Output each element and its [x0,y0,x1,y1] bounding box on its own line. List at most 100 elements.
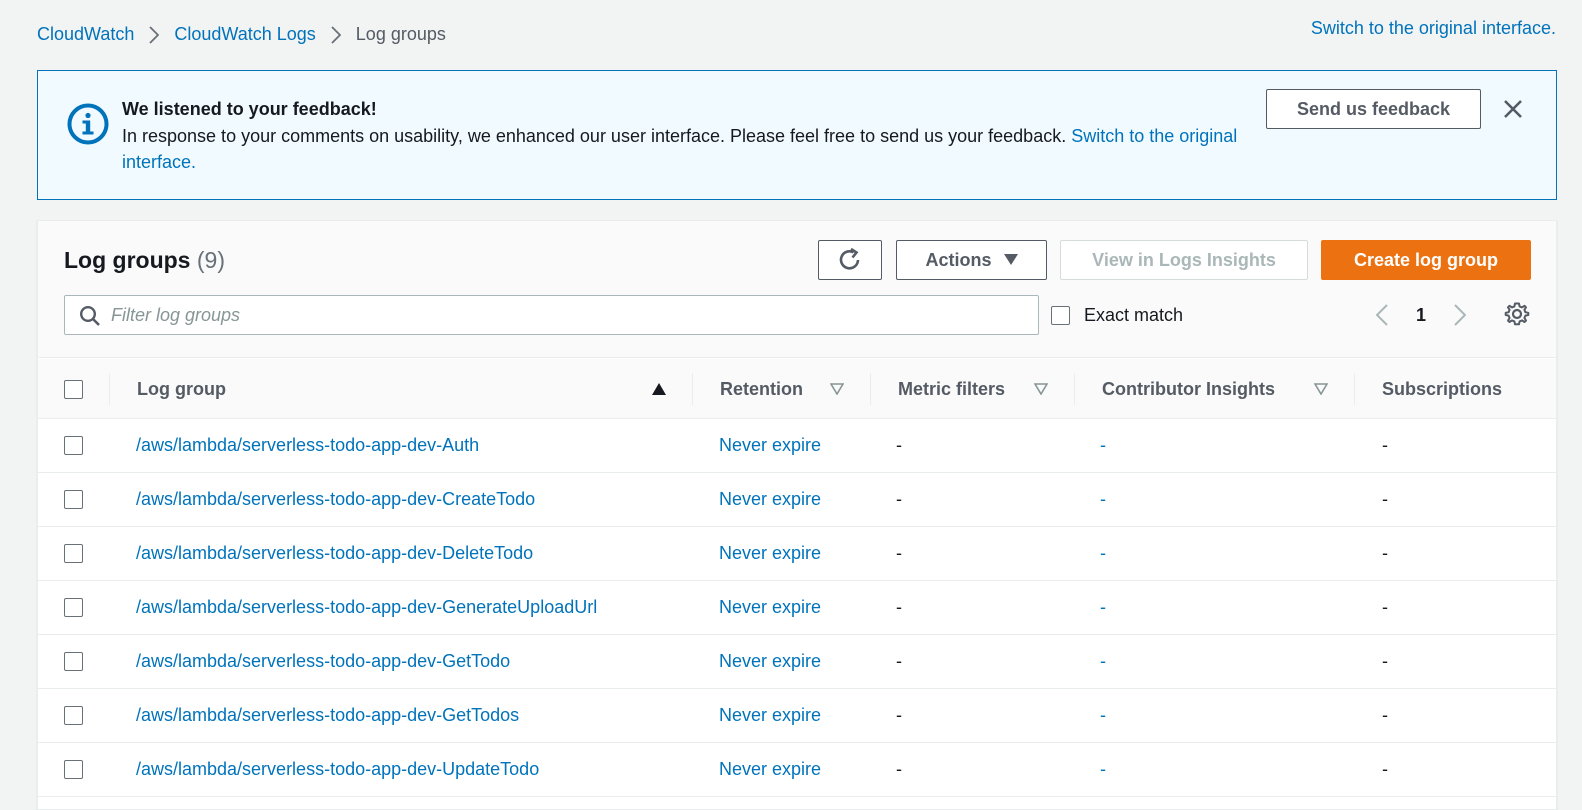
column-divider [1074,373,1075,405]
row-checkbox[interactable] [64,544,83,563]
subscriptions-value: - [1382,759,1388,779]
column-header-retention[interactable]: Retention [720,359,803,419]
contributor-insights-link[interactable]: - [1100,635,1106,688]
column-divider [692,373,693,405]
log-group-link[interactable]: /aws/lambda/serverless-todo-app-dev-Dele… [136,527,533,580]
metric-filters-value: - [896,597,902,617]
retention-link[interactable]: Never expire [719,473,821,526]
log-group-link[interactable]: /aws/lambda/serverless-todo-app-dev-Upda… [136,743,539,796]
next-page-button[interactable] [1446,301,1474,329]
sort-icon[interactable] [1314,383,1328,395]
table-column-headers: Log group Retention Metric filters Contr… [38,359,1556,419]
table-row: /aws/lambda/serverless-todo-app-dev-Dele… [38,527,1556,581]
column-divider [1354,373,1355,405]
chevron-right-icon [316,25,356,44]
log-group-link[interactable]: /aws/lambda/serverless-todo-app-dev-Auth [136,419,479,472]
flash-body: In response to your comments on usabilit… [122,123,1252,175]
row-checkbox[interactable] [64,490,83,509]
metric-filters-value: - [896,435,902,455]
feedback-flash-banner: We listened to your feedback! In respons… [37,70,1557,200]
log-groups-table-panel: Log groups (9) Actions View in Logs Insi… [37,220,1557,810]
table-header-area: Log groups (9) Actions View in Logs Insi… [38,221,1556,358]
contributor-insights-link[interactable]: - [1100,743,1106,796]
flash-body-text: In response to your comments on usabilit… [122,126,1067,146]
retention-link[interactable]: Never expire [719,743,821,796]
close-icon [1504,100,1522,118]
subscriptions-value: - [1382,435,1388,455]
column-header-metric-filters[interactable]: Metric filters [898,359,1005,419]
retention-link[interactable]: Never expire [719,527,821,580]
exact-match-checkbox[interactable] [1051,306,1070,325]
breadcrumb-cloudwatch-logs[interactable]: CloudWatch Logs [174,24,315,45]
chevron-right-icon [134,25,174,44]
retention-link[interactable]: Never expire [719,419,821,472]
metric-filters-value: - [896,651,902,671]
chevron-right-icon [1454,304,1466,326]
chevron-left-icon [1376,304,1388,326]
table-row: /aws/lambda/serverless-todo-app-dev-Auth… [38,419,1556,473]
filter-log-groups [64,295,1039,335]
caret-down-icon [1003,254,1018,265]
send-feedback-button[interactable]: Send us feedback [1266,89,1481,129]
view-in-logs-insights-button[interactable]: View in Logs Insights [1060,240,1308,280]
metric-filters-value: - [896,705,902,725]
previous-page-button[interactable] [1368,301,1396,329]
filter-log-groups-input[interactable] [109,296,1029,334]
contributor-insights-link[interactable]: - [1100,581,1106,634]
log-group-link[interactable]: /aws/lambda/serverless-todo-app-dev-Crea… [136,473,535,526]
gear-icon [1504,302,1530,326]
contributor-insights-link[interactable]: - [1100,419,1106,472]
breadcrumb-log-groups: Log groups [355,24,446,44]
subscriptions-value: - [1382,651,1388,671]
log-group-count: (9) [196,247,225,273]
table-row: /aws/lambda/serverless-todo-app-dev-GetT… [38,635,1556,689]
subscriptions-value: - [1382,597,1388,617]
table-title: Log groups [64,247,191,273]
sort-icon[interactable] [830,383,844,395]
sort-icon[interactable] [1034,383,1048,395]
close-flash-button[interactable] [1500,96,1526,122]
switch-original-interface-link[interactable]: Switch to the original interface. [1311,18,1556,39]
contributor-insights-link[interactable]: - [1100,689,1106,742]
subscriptions-value: - [1382,489,1388,509]
current-page-number[interactable]: 1 [1396,305,1446,326]
row-checkbox[interactable] [64,436,83,455]
retention-link[interactable]: Never expire [719,635,821,688]
column-header-log-group[interactable]: Log group [137,359,226,419]
page-title: Log groups (9) [64,247,225,274]
sort-ascending-icon[interactable] [652,383,666,395]
row-checkbox[interactable] [64,706,83,725]
breadcrumb-cloudwatch[interactable]: CloudWatch [37,24,134,45]
actions-label: Actions [925,249,992,270]
breadcrumb: CloudWatch CloudWatch Logs Log groups [37,24,446,45]
actions-dropdown-button[interactable]: Actions [896,240,1047,280]
pagination: 1 [1368,301,1474,329]
log-group-link[interactable]: /aws/lambda/serverless-todo-app-dev-GetT… [136,635,510,688]
contributor-insights-link[interactable]: - [1100,527,1106,580]
log-group-link[interactable]: /aws/lambda/serverless-todo-app-dev-Gene… [136,581,597,634]
exact-match-label: Exact match [1084,305,1184,325]
table-preferences-button[interactable] [1504,301,1530,327]
refresh-icon [839,247,860,270]
refresh-button[interactable] [818,240,882,280]
retention-link[interactable]: Never expire [719,581,821,634]
retention-link[interactable]: Never expire [719,689,821,742]
table-row: /aws/lambda/serverless-todo-app-dev-Gene… [38,581,1556,635]
metric-filters-value: - [896,759,902,779]
select-all-checkbox[interactable] [64,380,83,399]
search-icon [79,305,100,326]
table-row: /aws/lambda/serverless-todo-app-dev-Upda… [38,743,1556,797]
info-icon [67,103,109,145]
row-checkbox[interactable] [64,598,83,617]
row-checkbox[interactable] [64,652,83,671]
column-divider [870,373,871,405]
metric-filters-value: - [896,543,902,563]
column-header-contributor-insights[interactable]: Contributor Insights [1102,359,1275,419]
create-log-group-button[interactable]: Create log group [1321,240,1531,280]
table-row: /aws/lambda/serverless-todo-app-dev-Crea… [38,473,1556,527]
log-group-link[interactable]: /aws/lambda/serverless-todo-app-dev-GetT… [136,689,519,742]
contributor-insights-link[interactable]: - [1100,473,1106,526]
row-checkbox[interactable] [64,760,83,779]
column-header-subscriptions[interactable]: Subscriptions [1382,359,1502,419]
exact-match-toggle[interactable]: Exact match [1051,305,1183,326]
